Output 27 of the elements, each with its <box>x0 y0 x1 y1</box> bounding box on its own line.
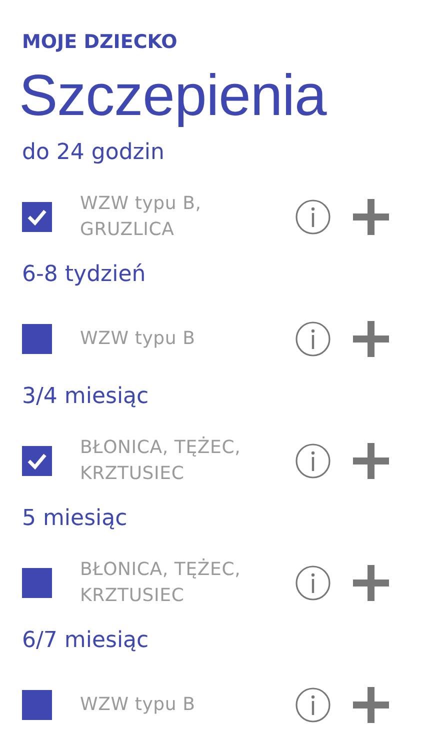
plus-icon[interactable] <box>353 443 389 479</box>
plus-icon[interactable] <box>353 321 389 357</box>
vaccine-name: BŁONICA, TĘŻEC, KRZTUSIEC <box>80 436 242 486</box>
info-icon[interactable] <box>295 443 331 479</box>
group-heading: 6/7 miesiąc <box>22 627 150 655</box>
group-heading: do 24 godzin <box>22 139 166 167</box>
checkbox[interactable] <box>22 568 52 598</box>
vaccine-name: WZW typu B, GRUZLICA <box>80 192 202 242</box>
vaccine-name: WZW typu B <box>80 327 196 351</box>
vaccine-name: WZW typu B <box>80 693 196 717</box>
checkbox[interactable] <box>22 690 52 720</box>
info-icon[interactable] <box>295 321 331 357</box>
page-title: Szczepienia <box>19 62 328 130</box>
plus-icon[interactable] <box>353 565 389 601</box>
checkbox[interactable] <box>22 202 52 232</box>
plus-icon[interactable] <box>353 687 389 723</box>
checkbox[interactable] <box>22 324 52 354</box>
info-icon[interactable] <box>295 565 331 601</box>
vaccine-name: BŁONICA, TĘŻEC, KRZTUSIEC <box>80 558 242 608</box>
group-heading: 6-8 tydzień <box>22 261 147 289</box>
plus-icon[interactable] <box>353 199 389 235</box>
group-heading: 3/4 miesiąc <box>22 383 150 411</box>
checkbox[interactable] <box>22 446 52 476</box>
group-heading: 5 miesiąc <box>22 505 128 533</box>
info-icon[interactable] <box>295 199 331 235</box>
app-title: MOJE DZIECKO <box>22 30 178 54</box>
info-icon[interactable] <box>295 687 331 723</box>
